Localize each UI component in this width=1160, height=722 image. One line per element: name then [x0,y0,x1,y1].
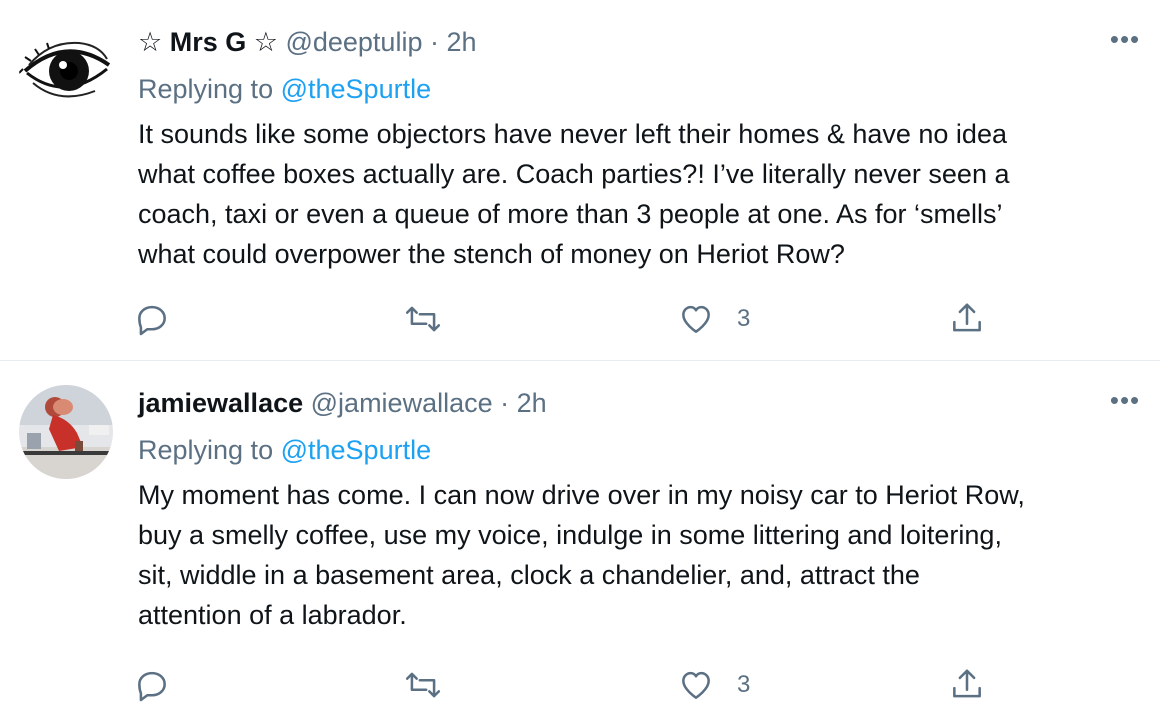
reply-button[interactable] [133,299,171,339]
share-button[interactable] [948,665,986,705]
retweet-button[interactable] [404,665,442,705]
tweet[interactable]: ☆ Mrs G ☆ @deeptulip · 2h ••• Replying t… [0,0,1160,361]
like-count: 3 [737,671,751,698]
tweet-text: It sounds like some objectors have never… [138,119,1010,269]
heart-icon [682,305,710,333]
avatar[interactable] [19,21,113,115]
retweet-button[interactable] [404,299,442,339]
replying-to-label: Replying to [138,435,274,465]
replying-to-label: Replying to [138,74,274,104]
eye-drawing-icon [19,21,113,115]
share-button[interactable] [948,299,986,339]
heart-icon [682,671,710,699]
display-name[interactable]: jamiewallace [138,388,303,418]
tweet-actions: 3 [0,295,1160,341]
avatar[interactable] [19,385,113,479]
person-photo-icon [19,385,113,479]
tweet-actions: 3 [0,661,1160,707]
separator-dot: · [429,27,439,57]
tweet-text: My moment has come. I can now drive over… [138,480,1025,630]
tweet-header: jamiewallace @jamiewallace · 2h [138,385,1070,421]
user-handle[interactable]: @jamiewallace [311,388,493,418]
timestamp[interactable]: 2h [447,27,477,57]
replying-to-link[interactable]: @theSpurtle [281,435,432,465]
speech-bubble-icon [138,305,166,336]
like-button[interactable]: 3 [677,665,750,705]
tweet[interactable]: jamiewallace @jamiewallace · 2h ••• Repl… [0,361,1160,722]
like-count: 3 [737,305,751,332]
replying-to: Replying to @theSpurtle [138,432,431,468]
like-button[interactable]: 3 [677,299,750,339]
replying-to: Replying to @theSpurtle [138,71,431,107]
share-icon [953,303,981,332]
separator-dot: · [500,388,510,418]
tweet-header: ☆ Mrs G ☆ @deeptulip · 2h [138,24,1070,60]
timestamp[interactable]: 2h [517,388,547,418]
share-icon [953,669,981,698]
user-handle[interactable]: @deeptulip [285,27,422,57]
retweet-icon [405,306,441,332]
speech-bubble-icon [138,671,166,702]
display-name[interactable]: ☆ Mrs G ☆ [138,27,278,57]
reply-button[interactable] [133,665,171,705]
replying-to-link[interactable]: @theSpurtle [281,74,432,104]
more-dots-icon[interactable]: ••• [1108,26,1142,58]
retweet-icon [405,672,441,698]
more-dots-icon[interactable]: ••• [1108,387,1142,419]
